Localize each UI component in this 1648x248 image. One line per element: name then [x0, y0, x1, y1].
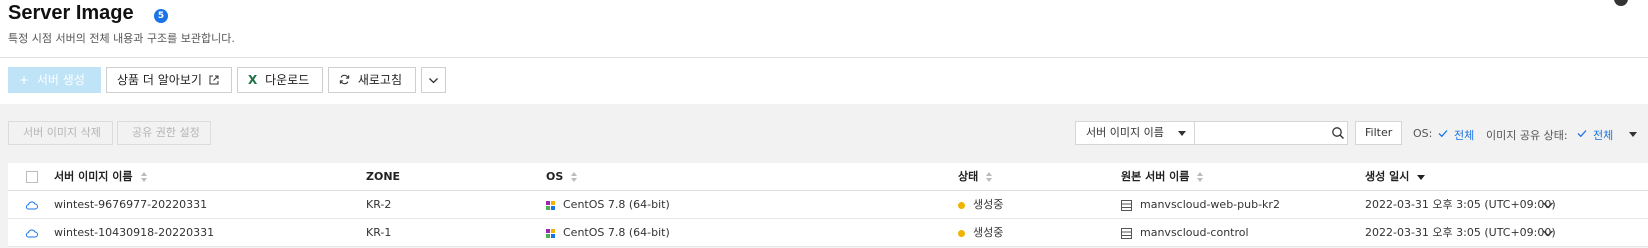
row-os: CentOS 7.8 (64-bit)	[546, 191, 670, 219]
row-status: 생성중	[958, 191, 1003, 219]
share-permission-button[interactable]: 공유 권한 설정	[117, 121, 211, 145]
refresh-icon	[339, 74, 350, 85]
row-origin: manvscloud-web-pub-kr2	[1121, 191, 1280, 219]
filter-button[interactable]: Filter	[1355, 121, 1403, 145]
create-server-label: 서버 생성	[36, 73, 85, 87]
row-origin: manvscloud-control	[1121, 219, 1249, 247]
row-name[interactable]: wintest-10430918-20220331	[54, 219, 214, 247]
column-header-status[interactable]: 상태	[958, 163, 993, 191]
sort-icon	[1197, 171, 1204, 183]
excel-icon: X	[248, 73, 258, 87]
server-icon	[1121, 199, 1132, 211]
page-header: Server Image 5 특정 시점 서버의 전체 내용과 구조를 보관합니…	[0, 0, 1648, 58]
row-zone: KR-2	[366, 198, 392, 211]
plus-icon: +	[19, 73, 30, 87]
create-server-button[interactable]: + 서버 생성	[8, 67, 101, 93]
search-icon[interactable]	[1331, 126, 1345, 140]
row-name[interactable]: wintest-9676977-20220331	[54, 191, 207, 219]
row-created: 2022-03-31 오후 3:05 (UTC+09:00)	[1365, 198, 1556, 211]
help-badge[interactable]: 5	[154, 9, 168, 23]
row-status: 생성중	[958, 219, 1003, 247]
column-header-name[interactable]: 서버 이미지 이름	[54, 163, 148, 191]
sort-icon	[571, 171, 578, 183]
share-status-label: 이미지 공유 상태:	[1486, 129, 1568, 142]
sort-icon	[140, 171, 148, 183]
chevron-down-icon	[429, 78, 438, 84]
server-icon	[1121, 227, 1132, 239]
filter-caret-icon[interactable]	[1629, 132, 1637, 137]
check-icon	[1577, 130, 1587, 138]
more-info-button[interactable]: 상품 더 알아보기	[106, 67, 232, 93]
refresh-button[interactable]: 새로고침	[328, 67, 416, 93]
os-filter-value[interactable]: 전체	[1454, 127, 1474, 143]
centos-icon	[546, 200, 555, 210]
user-avatar[interactable]	[1614, 0, 1628, 6]
column-header-origin[interactable]: 원본 서버 이름	[1121, 163, 1204, 191]
download-label: 다운로드	[265, 73, 310, 87]
row-zone: KR-1	[366, 226, 392, 239]
column-header-created[interactable]: 생성 일시	[1365, 163, 1426, 191]
delete-image-button[interactable]: 서버 이미지 삭제	[8, 121, 113, 145]
search-input[interactable]	[1194, 121, 1348, 145]
page-subtitle: 특정 시점 서버의 전체 내용과 구조를 보관합니다.	[8, 32, 235, 45]
cloud-icon	[25, 229, 38, 238]
status-dot	[958, 229, 965, 237]
table-row[interactable]: wintest-9676977-20220331 KR-2 CentOS 7.8…	[8, 191, 1648, 219]
share-status-value[interactable]: 전체	[1593, 127, 1613, 143]
expand-row-icon[interactable]	[1542, 228, 1554, 238]
column-header-zone: ZONE	[366, 170, 401, 183]
table-row[interactable]: wintest-10430918-20220331 KR-1 CentOS 7.…	[8, 219, 1648, 247]
download-button[interactable]: X 다운로드	[237, 67, 323, 93]
status-dot	[958, 201, 965, 209]
expand-row-icon[interactable]	[1542, 200, 1554, 210]
search-field-select[interactable]: 서버 이미지 이름	[1075, 121, 1195, 145]
sort-icon	[986, 171, 993, 183]
check-icon	[1438, 130, 1448, 138]
cloud-icon	[25, 201, 38, 210]
search-field-selected: 서버 이미지 이름	[1086, 126, 1164, 139]
caret-down-icon	[1178, 131, 1186, 136]
os-filter-label: OS:	[1413, 127, 1433, 140]
refresh-label: 새로고침	[357, 73, 402, 87]
sort-desc-icon	[1417, 174, 1426, 180]
more-options-button[interactable]	[421, 67, 446, 93]
row-os: CentOS 7.8 (64-bit)	[546, 219, 670, 247]
page-title: Server Image	[8, 2, 134, 24]
centos-icon	[546, 228, 555, 238]
row-created: 2022-03-31 오후 3:05 (UTC+09:00)	[1365, 226, 1556, 239]
column-header-os[interactable]: OS	[546, 163, 578, 191]
external-link-icon	[209, 75, 219, 85]
table-header: 서버 이미지 이름 ZONE OS 상태 원본 서버 이름 생성 일시	[8, 163, 1648, 191]
select-all-checkbox[interactable]	[26, 171, 38, 183]
more-info-label: 상품 더 알아보기	[117, 73, 202, 87]
toolbar: + 서버 생성 상품 더 알아보기 X 다운로드 새로고침	[0, 58, 1648, 104]
